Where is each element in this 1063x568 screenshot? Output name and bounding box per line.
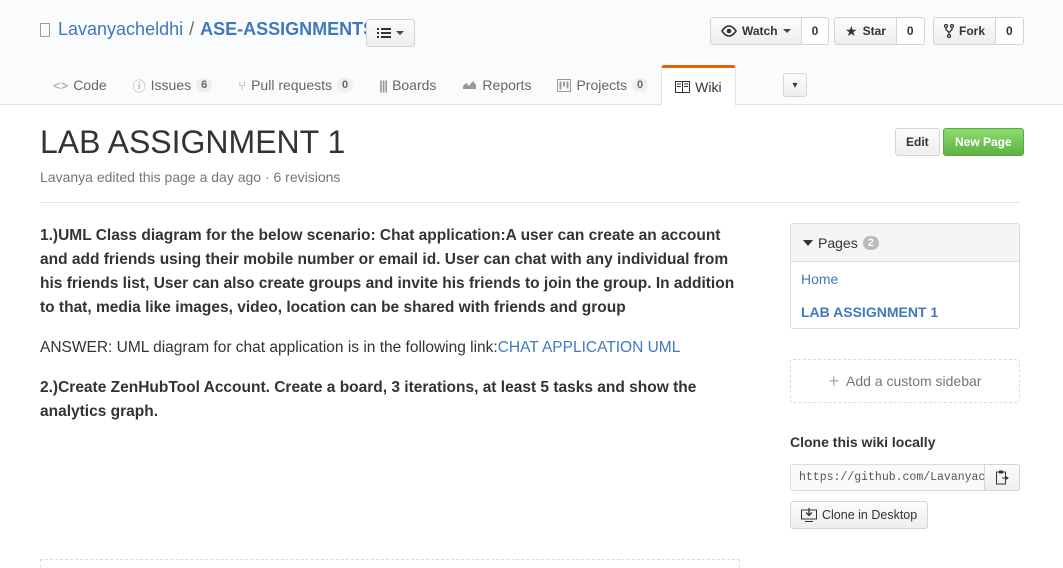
graph-icon: [462, 81, 478, 90]
clone-in-desktop-label: Clone in Desktop: [822, 508, 918, 522]
answer-paragraph: ANSWER: UML diagram for chat application…: [40, 336, 740, 360]
tab-pull-requests[interactable]: ⑂ Pull requests 0: [225, 65, 366, 105]
more-tabs-button[interactable]: ▾: [783, 73, 807, 97]
boards-icon: |||: [379, 77, 388, 93]
star-label: Star: [862, 24, 886, 38]
star-button[interactable]: ★ Star: [834, 17, 897, 45]
pull-requests-count-badge: 0: [337, 78, 354, 92]
projects-count-badge: 0: [632, 78, 649, 92]
repo-icon: [40, 22, 50, 37]
issues-count-badge: 6: [196, 78, 213, 92]
tab-label: Issues: [150, 77, 192, 93]
clone-label: Clone this wiki locally: [790, 434, 936, 450]
fork-icon: [944, 24, 954, 38]
tab-label: Code: [73, 77, 107, 93]
tab-issues[interactable]: ⓘ Issues 6: [120, 65, 226, 105]
tab-label: Boards: [392, 77, 437, 93]
add-custom-sidebar-label: Add a custom sidebar: [846, 373, 982, 389]
repo-separator: /: [189, 19, 195, 39]
chevron-down-icon: ▾: [792, 79, 798, 91]
tab-code[interactable]: <> Code: [40, 65, 120, 105]
tab-projects[interactable]: Projects 0: [544, 65, 661, 105]
code-icon: <>: [53, 77, 69, 93]
repo-owner-link[interactable]: Lavanyacheldhi: [58, 19, 183, 40]
page-link-lab-assignment-1[interactable]: LAB ASSIGNMENT 1: [801, 301, 1009, 334]
pages-count-badge: 2: [862, 235, 879, 250]
star-count[interactable]: 0: [896, 17, 925, 45]
repo-name-link[interactable]: ASE-ASSIGNMENTS: [200, 19, 375, 40]
issue-icon: ⓘ: [132, 78, 146, 94]
plus-icon: +: [828, 370, 840, 391]
tab-boards[interactable]: ||| Boards: [366, 65, 449, 105]
repo-header: Lavanyacheldhi / ASE-ASSIGNMENTS Watch 0…: [0, 0, 1063, 106]
paragraph-1: 1.)UML Class diagram for the below scena…: [40, 227, 735, 316]
clone-in-desktop-button[interactable]: Clone in Desktop: [790, 501, 929, 529]
tab-wiki[interactable]: Wiki: [661, 65, 736, 106]
tab-reports[interactable]: Reports: [449, 65, 544, 105]
tab-label: Wiki: [695, 78, 722, 95]
book-icon: [675, 80, 691, 93]
tab-label: Projects: [576, 77, 628, 93]
fork-label: Fork: [959, 24, 986, 38]
pull-request-icon: ⑂: [238, 77, 247, 93]
clipboard-icon: [995, 470, 1009, 485]
pages-box: Pages 2 Home LAB ASSIGNMENT 1: [790, 223, 1020, 329]
eye-icon: [721, 25, 737, 37]
chevron-down-icon: [396, 31, 404, 35]
divider: [40, 202, 1020, 203]
page-title: LAB ASSIGNMENT 1: [40, 124, 346, 160]
paragraph-2: 2.)Create ZenHubTool Account. Create a b…: [40, 379, 697, 420]
repo-title: Lavanyacheldhi / ASE-ASSIGNMENTS: [40, 19, 375, 40]
project-icon: [557, 78, 572, 92]
new-page-button[interactable]: New Page: [943, 128, 1024, 156]
watch-label: Watch: [742, 24, 778, 38]
answer-text: ANSWER: UML diagram for chat application…: [40, 339, 498, 356]
watch-button[interactable]: Watch: [710, 17, 802, 45]
star-group: ★ Star 0: [834, 17, 925, 45]
repo-nav-tabs: <> Code ⓘ Issues 6 ⑂ Pull requests 0 |||…: [40, 65, 736, 106]
list-menu-button[interactable]: [366, 19, 415, 47]
custom-footer-placeholder[interactable]: [40, 559, 740, 568]
triangle-down-icon: [803, 239, 813, 246]
fork-group: Fork 0: [933, 17, 1024, 45]
edit-button[interactable]: Edit: [895, 128, 940, 156]
page-meta: Lavanya edited this page a day ago · 6 r…: [40, 169, 341, 185]
copy-to-clipboard-button[interactable]: [984, 464, 1020, 491]
wiki-body: 1.)UML Class diagram for the below scena…: [40, 224, 740, 440]
desktop-download-icon: [801, 508, 817, 522]
chat-application-uml-link[interactable]: CHAT APPLICATION UML: [498, 339, 681, 356]
watch-count[interactable]: 0: [801, 17, 830, 45]
pages-list: Home LAB ASSIGNMENT 1: [791, 262, 1019, 340]
clone-url-input[interactable]: https://github.com/Lavanyacheldhi/ASE-AS…: [790, 464, 985, 491]
tab-label: Reports: [482, 77, 532, 93]
star-icon: ★: [845, 22, 858, 39]
watch-group: Watch 0: [710, 17, 830, 45]
page-link-home[interactable]: Home: [801, 268, 1009, 301]
chevron-down-icon: [782, 29, 791, 33]
pages-label: Pages: [818, 234, 858, 251]
pages-toggle[interactable]: Pages 2: [791, 224, 1019, 262]
list-icon: [377, 28, 391, 38]
fork-count[interactable]: 0: [996, 17, 1024, 45]
add-custom-sidebar-button[interactable]: + Add a custom sidebar: [790, 359, 1020, 403]
tab-label: Pull requests: [251, 77, 333, 93]
fork-button[interactable]: Fork: [933, 17, 997, 45]
